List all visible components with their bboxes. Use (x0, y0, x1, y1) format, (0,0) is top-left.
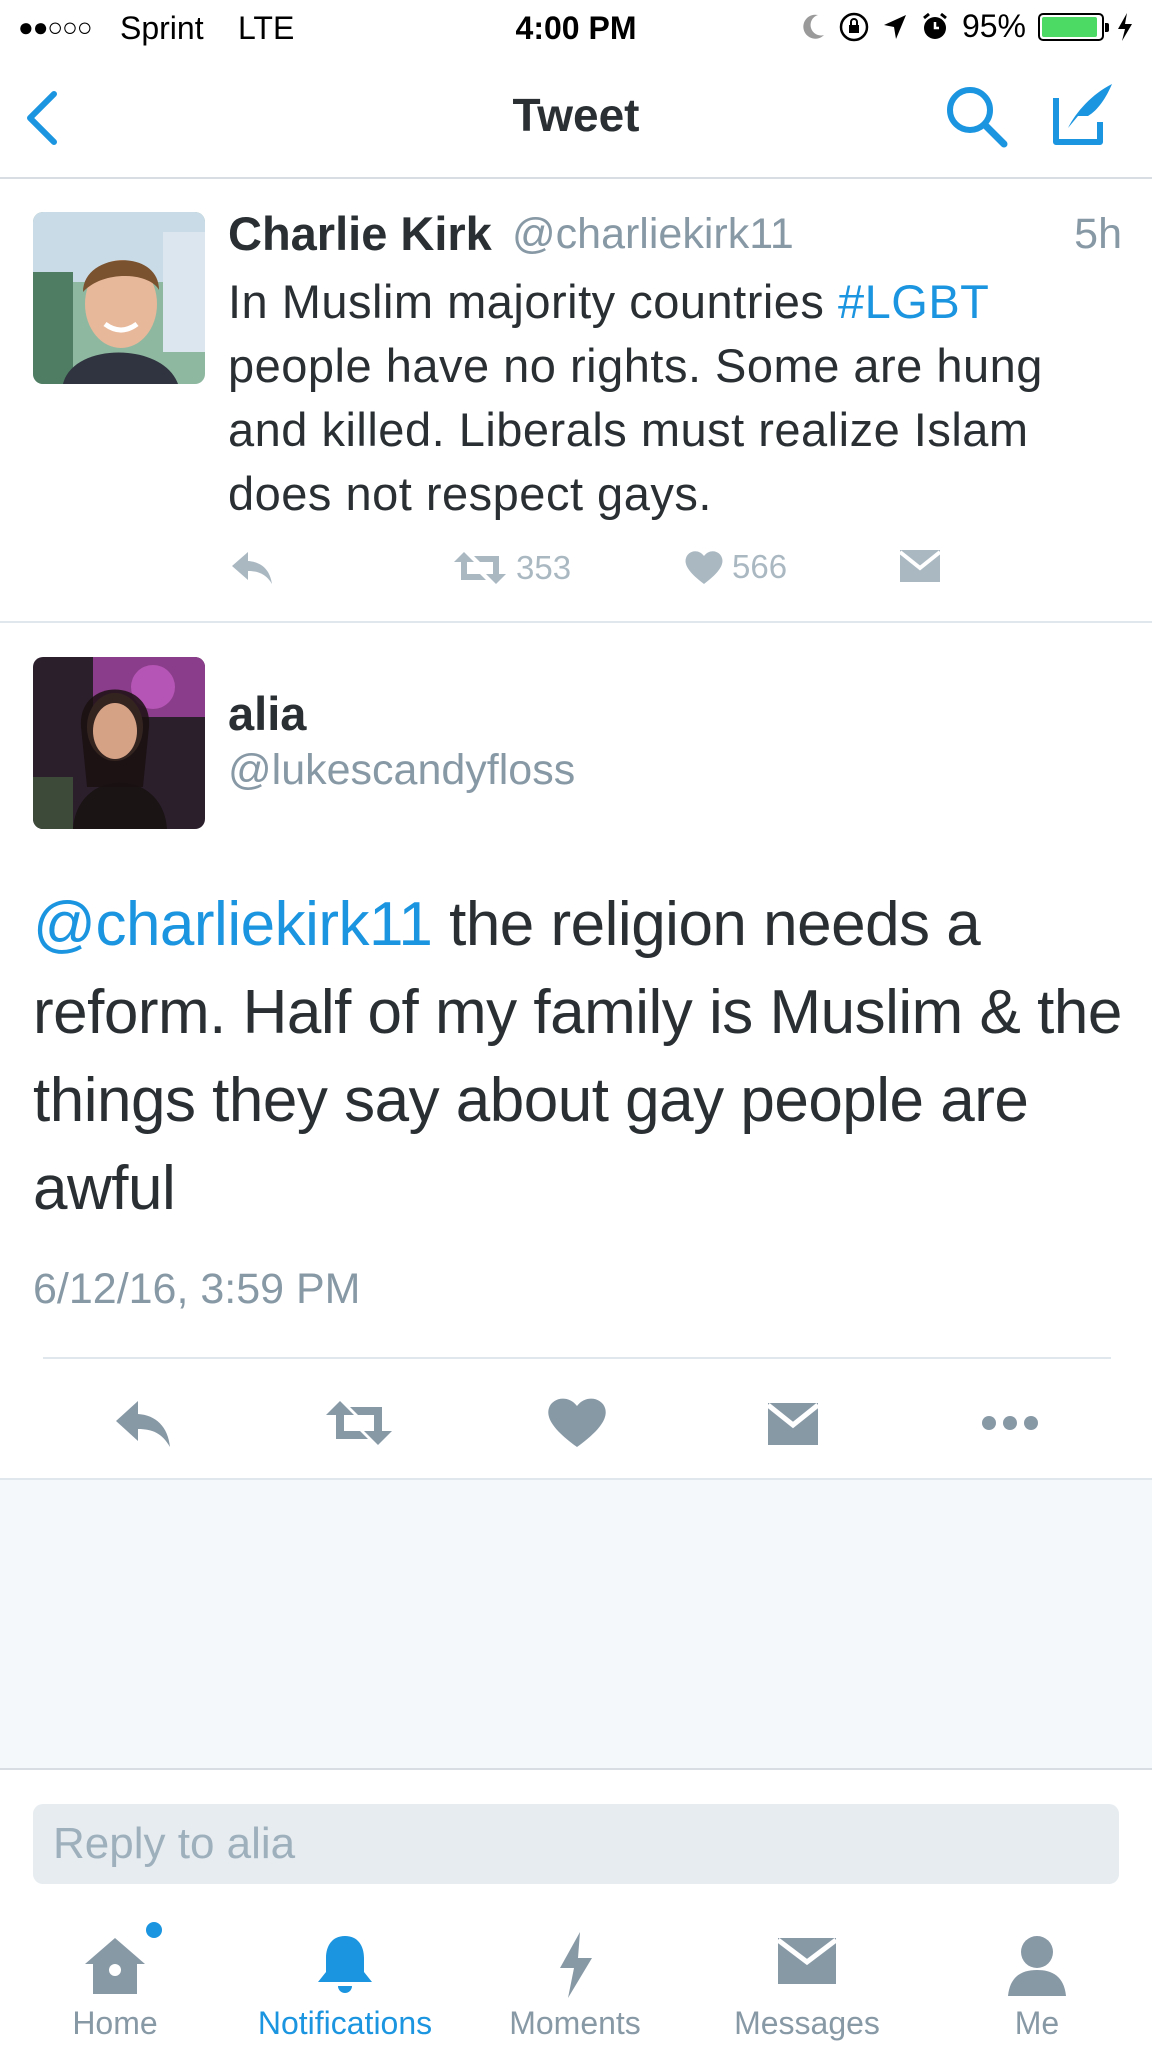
reply-tweet[interactable]: alia @lukescandyfloss @charliekirk11 the… (0, 623, 1152, 1480)
nav-bar: Tweet (0, 56, 1152, 179)
tab-bar: Home Notifications Moments Messages Me (0, 1890, 1152, 2048)
tab-label: Messages (734, 2005, 880, 2041)
avatar-photo (33, 657, 205, 829)
tab-home[interactable]: Home (0, 1890, 230, 2048)
battery-fill (1042, 16, 1097, 37)
battery-percent: 95% (961, 8, 1026, 44)
rotation-lock-icon (839, 12, 869, 41)
tweet-text: @charliekirk11 the religion needs a refo… (33, 881, 1123, 1233)
author-handle[interactable]: @charliekirk11 (512, 210, 794, 259)
avatar[interactable] (33, 212, 205, 384)
envelope-icon (898, 550, 942, 582)
heart-icon (685, 551, 723, 584)
tab-label: Notifications (257, 2005, 433, 2041)
reply-input[interactable] (33, 1804, 1119, 1884)
lightning-icon (560, 1932, 592, 1998)
home-icon (85, 1938, 145, 1994)
retweet-button[interactable]: 353 (452, 548, 571, 588)
retweet-count: 353 (516, 549, 572, 586)
status-icons: 95% (800, 8, 1134, 45)
person-icon (1008, 1936, 1066, 1996)
retweet-icon (454, 552, 506, 584)
reply-button[interactable] (228, 548, 276, 588)
search-icon[interactable] (942, 82, 1012, 152)
tweet-timestamp: 6/12/16, 3:59 PM (33, 1265, 361, 1313)
tab-label: Home (72, 2005, 158, 2041)
author-handle[interactable]: @lukescandyfloss (228, 746, 575, 795)
tab-messages[interactable]: Messages (692, 1890, 922, 2048)
notification-dot (146, 1922, 162, 1938)
reply-box (0, 1770, 1152, 1890)
divider (43, 1357, 1111, 1359)
charging-bolt-icon (1118, 12, 1132, 41)
battery-nub (1105, 22, 1109, 32)
tab-me[interactable]: Me (922, 1890, 1152, 2048)
tweet-actions: 353 566 (228, 548, 1088, 598)
alarm-icon (923, 12, 947, 39)
moon-icon (803, 14, 824, 39)
tweet-text-part: In Muslim majority countries (228, 275, 838, 328)
message-button[interactable] (898, 548, 942, 584)
status-bar: ●●○○○ Sprint LTE 4:00 PM 95% (0, 0, 1152, 56)
like-button[interactable]: 566 (684, 548, 787, 586)
avatar-photo (33, 212, 205, 384)
hashtag-link[interactable]: #LGBT (838, 275, 989, 328)
tweet-text: In Muslim majority countries #LGBT peopl… (228, 270, 1118, 526)
tweet-text-part: people have no rights. Some are hung and… (228, 339, 1043, 520)
reply-icon (232, 552, 272, 584)
tab-notifications[interactable]: Notifications (230, 1890, 460, 2048)
original-tweet[interactable]: Charlie Kirk @charliekirk11 5h In Muslim… (0, 178, 1152, 623)
mention-link[interactable]: @charliekirk11 (33, 890, 433, 959)
empty-area (0, 1480, 1152, 1770)
reply-icon[interactable] (108, 1393, 178, 1453)
author-name[interactable]: alia (228, 686, 306, 741)
tab-moments[interactable]: Moments (460, 1890, 690, 2048)
tweet-actions (0, 1383, 1152, 1473)
envelope-icon (776, 1938, 838, 1984)
more-icon[interactable] (975, 1393, 1045, 1453)
author-name[interactable]: Charlie Kirk (228, 206, 492, 261)
location-arrow-icon (883, 14, 906, 39)
tweet-age: 5h (1074, 210, 1122, 258)
tab-label: Me (1014, 2005, 1060, 2041)
bell-icon (318, 1936, 372, 1993)
avatar[interactable] (33, 657, 205, 829)
battery-icon (1038, 12, 1109, 41)
envelope-icon[interactable] (758, 1393, 828, 1453)
heart-icon[interactable] (542, 1393, 612, 1453)
like-count: 566 (732, 548, 788, 585)
compose-icon[interactable] (1048, 78, 1118, 148)
retweet-icon[interactable] (324, 1393, 394, 1453)
tab-label: Moments (509, 2005, 641, 2041)
